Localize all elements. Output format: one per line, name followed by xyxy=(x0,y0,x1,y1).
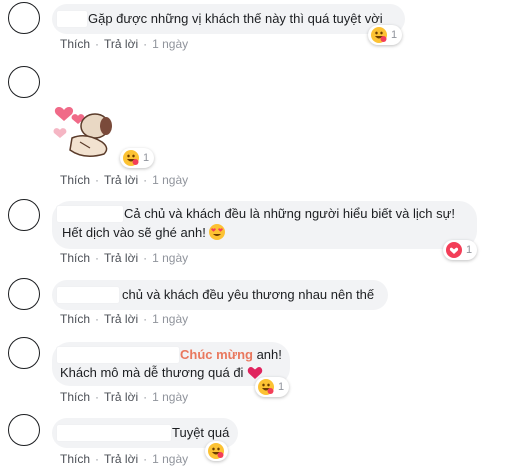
comment-actions: Thích · Trả lời · 1 ngày xyxy=(60,251,189,265)
comment-text: Gặp được những vị khách thế này thì quá … xyxy=(88,11,383,26)
like-link[interactable]: Thích xyxy=(60,251,90,265)
comment-bubble: chủ và khách đều yêu thương nhau nên thế xyxy=(52,280,388,310)
reply-link[interactable]: Trả lời xyxy=(104,312,138,326)
love-reaction-icon xyxy=(446,242,462,258)
comment-text: Tuyệt quá xyxy=(172,425,230,440)
avatar[interactable] xyxy=(8,199,40,231)
comment-actions: Thích · Trả lời · 1 ngày xyxy=(60,390,189,404)
reaction-badge[interactable]: 1 xyxy=(443,240,478,260)
avatar[interactable] xyxy=(8,66,40,98)
reply-link[interactable]: Trả lời xyxy=(104,173,138,187)
hearts-sticker xyxy=(53,107,112,157)
avatar[interactable] xyxy=(8,2,40,34)
avatar[interactable] xyxy=(8,337,40,369)
comment-text: chủ và khách đều yêu thương nhau nên thế xyxy=(122,287,375,302)
author-name-redacted[interactable] xyxy=(56,346,180,364)
timestamp[interactable]: 1 ngày xyxy=(152,37,188,51)
reply-link[interactable]: Trả lời xyxy=(104,37,138,51)
timestamp[interactable]: 1 ngày xyxy=(152,312,188,326)
comment-actions: Thích · Trả lời · 1 ngày xyxy=(60,173,189,187)
like-link[interactable]: Thích xyxy=(60,37,90,51)
comment-bubble: Chúc mừng anh! Khách mô mà dễ thương quá… xyxy=(52,342,290,386)
comment-bubble: Gặp được những vị khách thế này thì quá … xyxy=(52,4,405,34)
author-name-redacted[interactable] xyxy=(56,424,172,442)
haha-reaction-icon xyxy=(258,379,274,395)
timestamp[interactable]: 1 ngày xyxy=(152,452,188,466)
reaction-badge[interactable]: 1 xyxy=(255,377,290,397)
reply-link[interactable]: Trả lời xyxy=(104,452,138,466)
comment-actions: Thích · Trả lời · 1 ngày xyxy=(60,312,189,326)
like-link[interactable]: Thích xyxy=(60,312,90,326)
avatar[interactable] xyxy=(8,414,40,446)
comment-text-line2: Khách mô mà dễ thương quá đi xyxy=(60,364,263,381)
author-name-redacted[interactable] xyxy=(56,10,88,28)
like-link[interactable]: Thích xyxy=(60,452,90,466)
timestamp[interactable]: 1 ngày xyxy=(152,251,188,265)
reply-link[interactable]: Trả lời xyxy=(104,251,138,265)
reaction-badge[interactable]: 1 xyxy=(120,148,155,168)
reaction-badge[interactable] xyxy=(205,441,228,461)
reaction-count: 1 xyxy=(143,152,150,164)
like-link[interactable]: Thích xyxy=(60,390,90,404)
comment-bubble: Cả chủ và khách đều là những người hiểu … xyxy=(52,201,477,249)
like-link[interactable]: Thích xyxy=(60,173,90,187)
mention-highlight[interactable]: Chúc mừng xyxy=(180,347,253,362)
comment-actions: Thích · Trả lời · 1 ngày xyxy=(60,452,189,466)
comment-text-line2: Hết dịch vào sẽ ghé anh! xyxy=(62,224,226,241)
reaction-badge[interactable]: 1 xyxy=(368,25,403,45)
comment-actions: Thích · Trả lời · 1 ngày xyxy=(60,37,189,51)
reaction-count: 1 xyxy=(466,244,473,256)
avatar[interactable] xyxy=(8,278,40,310)
heart-eyes-emoji xyxy=(209,224,226,240)
timestamp[interactable]: 1 ngày xyxy=(152,390,188,404)
author-name-redacted[interactable] xyxy=(56,205,124,223)
haha-reaction-icon xyxy=(123,150,139,166)
reaction-count: 1 xyxy=(391,29,398,41)
haha-reaction-icon xyxy=(371,27,387,43)
haha-reaction-icon xyxy=(208,443,224,459)
author-name-redacted[interactable] xyxy=(56,286,120,304)
timestamp[interactable]: 1 ngày xyxy=(152,173,188,187)
reaction-count: 1 xyxy=(278,381,285,393)
comment-text-line1: Cả chủ và khách đều là những người hiểu … xyxy=(124,206,455,221)
comment-text-line1: Chúc mừng anh! xyxy=(180,347,282,362)
reply-link[interactable]: Trả lời xyxy=(104,390,138,404)
